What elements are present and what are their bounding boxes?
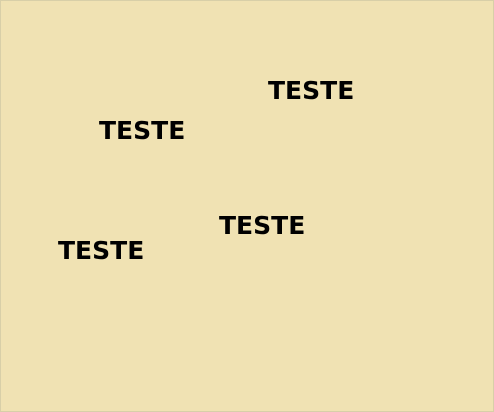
teste-label-top-right: TESTE <box>268 76 355 105</box>
teste-label-lower-left: TESTE <box>58 236 145 265</box>
teste-label-upper-left: TESTE <box>99 116 186 145</box>
canvas-area: TESTE TESTE TESTE TESTE <box>0 0 494 412</box>
teste-label-center: TESTE <box>219 211 306 240</box>
